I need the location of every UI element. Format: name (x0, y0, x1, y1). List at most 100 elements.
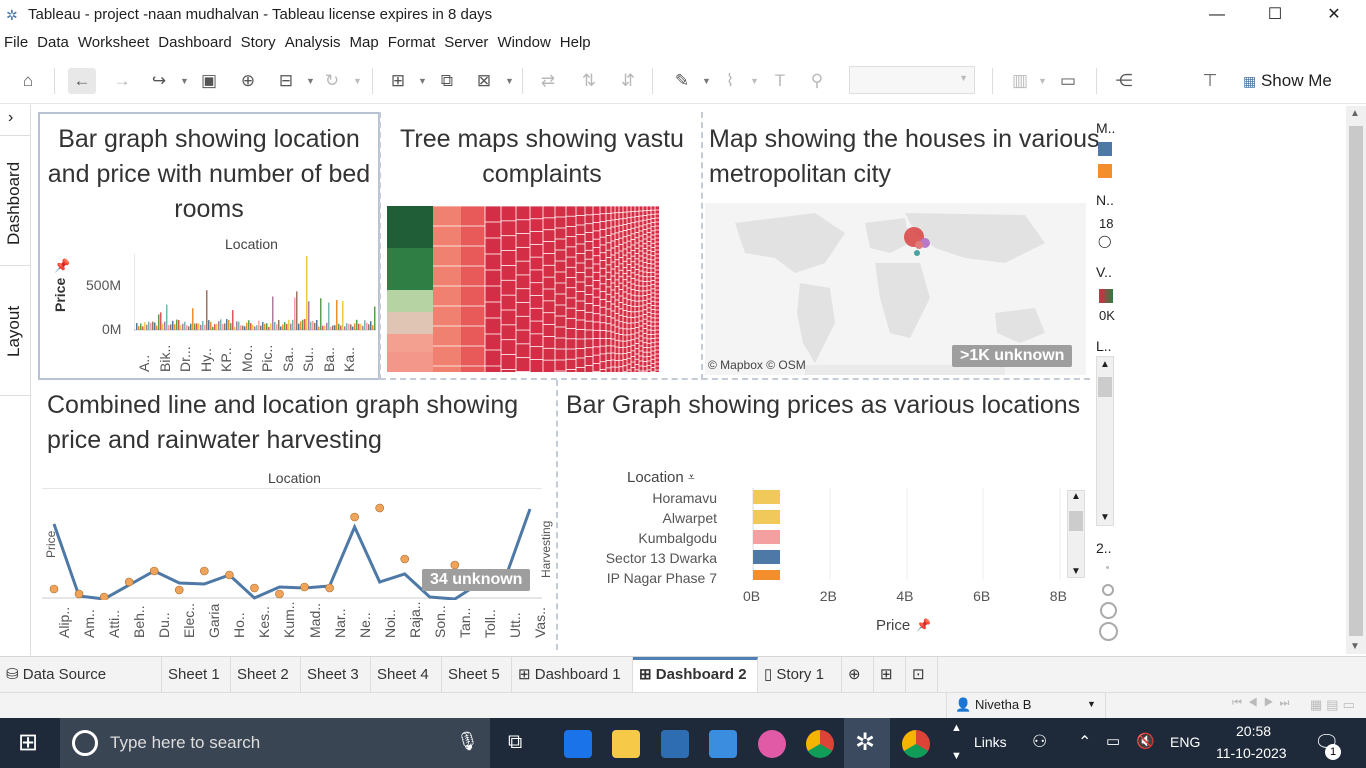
cards-icon[interactable]: ▥ (1006, 68, 1034, 94)
paint-icon[interactable] (758, 730, 786, 758)
sort-desc-icon[interactable]: ⇵ (614, 68, 642, 94)
legend-swatch[interactable] (1098, 142, 1112, 156)
chevron-down-icon[interactable]: ▼ (1038, 68, 1047, 94)
hbar-scrollbar[interactable]: ▲ ▼ (1067, 490, 1085, 578)
tab-dashboard-2[interactable]: ⊞ Dashboard 2 (633, 657, 758, 693)
maximize-button[interactable]: ☐ (1252, 3, 1298, 27)
presentation-icon[interactable]: ▭ (1054, 68, 1082, 94)
edge-icon[interactable] (564, 730, 592, 758)
clear-sheet-icon[interactable]: ⊠ (470, 68, 498, 94)
tab-dashboard-1[interactable]: ⊞ Dashboard 1 (512, 657, 633, 693)
volume-muted-icon[interactable]: 🔇 (1136, 732, 1155, 750)
chevron-down-icon[interactable]: ▼ (353, 68, 362, 94)
tab-data-source[interactable]: ⛁ Data Source (0, 657, 162, 693)
tab-dashboard[interactable]: Dashboard (4, 162, 24, 245)
people-icon[interactable]: ⚇ (1032, 732, 1047, 752)
new-worksheet-tab-icon[interactable]: ⊕ (842, 657, 874, 693)
duplicate-icon[interactable]: ⧉ (433, 68, 461, 94)
refresh-icon[interactable]: ↻ (318, 68, 346, 94)
file-explorer-icon[interactable] (612, 730, 640, 758)
scroll-up-icon[interactable]: ▲ (1100, 359, 1110, 370)
tab-sheet-5[interactable]: Sheet 5 (442, 657, 512, 693)
chevron-down-icon[interactable]: ▼ (750, 68, 759, 94)
chrome-icon[interactable] (806, 730, 834, 758)
legend-scrollbar[interactable]: ▲ ▼ (1096, 356, 1114, 526)
replay-icon[interactable]: ↪ (145, 68, 173, 94)
tableau-taskbar-active[interactable]: ✲ (844, 718, 890, 768)
chevron-up-icon[interactable]: ⌃ (1078, 732, 1091, 752)
windows-start-icon[interactable]: ⊞ (18, 728, 38, 757)
save-icon[interactable]: ▣ (195, 68, 223, 94)
chevron-down-icon[interactable]: ▼ (180, 68, 189, 94)
fit-dropdown[interactable]: ▼ (849, 66, 975, 94)
tray-up-icon[interactable]: ▲ (951, 722, 962, 734)
chevron-down-icon[interactable]: ▼ (306, 68, 315, 94)
new-datasource-icon[interactable]: ⊕ (234, 68, 262, 94)
share-icon[interactable]: ⋲ (1110, 68, 1138, 94)
scroll-down-icon[interactable]: ▼ (1350, 641, 1360, 652)
store-icon[interactable] (661, 730, 689, 758)
map-unknown-badge[interactable]: >1K unknown (952, 345, 1073, 367)
tab-sheet-2[interactable]: Sheet 2 (231, 657, 301, 693)
tab-navigation-icon[interactable]: ⏮◀▶⏭ (1232, 697, 1295, 710)
legend-swatch[interactable] (1098, 164, 1112, 178)
expand-chevron-icon[interactable]: › (8, 109, 13, 127)
tab-view-icon[interactable]: ▦▤▭ (1310, 697, 1359, 713)
clock-date[interactable]: 11-10-2023 (1216, 745, 1287, 761)
new-story-tab-icon[interactable]: ⊡ (906, 657, 938, 693)
menu-server[interactable]: Server (440, 32, 493, 54)
menu-window[interactable]: Window (493, 32, 555, 54)
treemap[interactable] (387, 206, 659, 372)
scroll-down-icon[interactable]: ▼ (1071, 566, 1081, 577)
labels-icon[interactable]: T (766, 68, 794, 94)
chevron-down-icon[interactable]: ▼ (702, 68, 711, 94)
group-icon[interactable]: ⌇ (716, 68, 744, 94)
mail-icon[interactable] (709, 730, 737, 758)
tab-layout[interactable]: Layout (4, 306, 24, 357)
menu-worksheet[interactable]: Worksheet (74, 32, 154, 54)
user-dropdown[interactable]: 👤 Nivetha B ▼ (946, 693, 1106, 718)
minimize-button[interactable]: — (1194, 3, 1240, 27)
format-painter-icon[interactable]: ⊤ (1196, 68, 1224, 94)
pin-icon[interactable]: ⚲ (803, 68, 831, 94)
redo-icon[interactable]: → (108, 68, 136, 94)
highlight-icon[interactable]: ✎ (668, 68, 696, 94)
tab-story-1[interactable]: ▯ Story 1 (758, 657, 842, 693)
chrome-profile-icon[interactable] (902, 730, 930, 758)
clock-time[interactable]: 20:58 (1236, 723, 1271, 739)
language-indicator[interactable]: ENG (1170, 734, 1200, 750)
tab-sheet-1[interactable]: Sheet 1 (162, 657, 231, 693)
chevron-down-icon[interactable]: ▼ (505, 68, 514, 94)
menu-file[interactable]: File (0, 32, 33, 54)
home-icon[interactable]: ⌂ (14, 68, 42, 94)
undo-icon[interactable]: ← (68, 68, 96, 94)
scroll-down-icon[interactable]: ▼ (1100, 512, 1110, 523)
menu-help[interactable]: Help (556, 32, 596, 54)
new-worksheet-icon[interactable]: ⊞ (384, 68, 412, 94)
show-me-button[interactable]: ▦ Show Me (1243, 68, 1332, 94)
menu-story[interactable]: Story (237, 32, 281, 54)
tray-down-icon[interactable]: ▼ (951, 750, 962, 762)
tab-sheet-4[interactable]: Sheet 4 (371, 657, 442, 693)
menu-format[interactable]: Format (384, 32, 441, 54)
links-toolbar[interactable]: Links (974, 734, 1007, 750)
sort-icon[interactable]: ⩡ (688, 470, 695, 485)
menu-analysis[interactable]: Analysis (281, 32, 346, 54)
battery-icon[interactable]: ▭ (1106, 732, 1120, 750)
new-dashboard-tab-icon[interactable]: ⊞ (874, 657, 906, 693)
taskbar-search[interactable]: Type here to search 🎙 (60, 718, 490, 768)
menu-data[interactable]: Data (33, 32, 74, 54)
tab-sheet-3[interactable]: Sheet 3 (301, 657, 371, 693)
line-unknown-badge[interactable]: 34 unknown (422, 569, 531, 591)
scroll-up-icon[interactable]: ▲ (1071, 491, 1081, 502)
pause-updates-icon[interactable]: ⊟ (272, 68, 300, 94)
scroll-up-icon[interactable]: ▲ (1350, 108, 1360, 119)
sort-asc-icon[interactable]: ⇅ (575, 68, 603, 94)
menu-map[interactable]: Map (346, 32, 384, 54)
menu-dashboard[interactable]: Dashboard (154, 32, 236, 54)
task-view-icon[interactable]: ⧉ (508, 731, 522, 754)
close-button[interactable]: ✕ (1311, 3, 1357, 27)
chevron-down-icon[interactable]: ▼ (418, 68, 427, 94)
microphone-icon[interactable]: 🎙 (456, 731, 479, 752)
swap-icon[interactable]: ⇄ (534, 68, 562, 94)
